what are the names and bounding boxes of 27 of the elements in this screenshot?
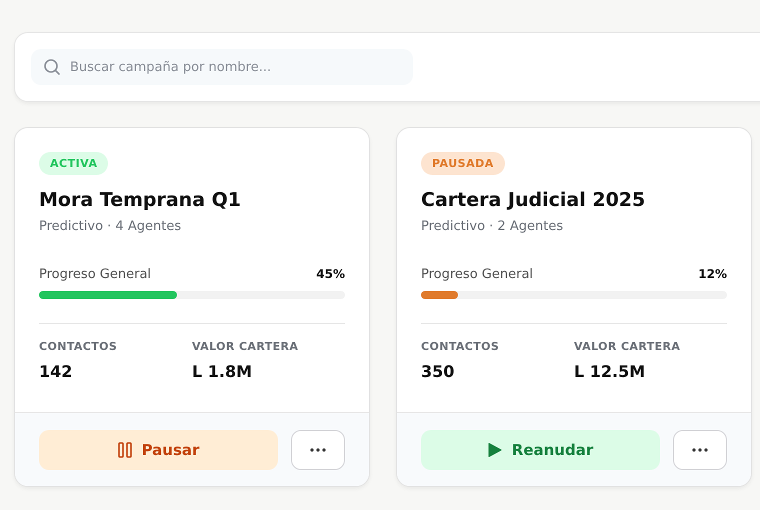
stat-label: CONTACTOS [39, 340, 118, 353]
pause-icon [118, 442, 132, 458]
more-icon [692, 448, 708, 452]
status-badge: ACTIVA [39, 152, 108, 175]
campaign-subtitle: Predictivo · 4 Agentes [39, 219, 182, 234]
stat-value: 350 [421, 362, 456, 381]
more-button[interactable] [673, 430, 727, 470]
search-field[interactable]: Buscar campaña por nombre... [31, 49, 413, 85]
more-icon [310, 448, 326, 452]
stat-value: 142 [39, 362, 74, 381]
progress-label: Progreso General [39, 267, 152, 282]
play-icon [488, 442, 502, 458]
stat-label: CONTACTOS [421, 340, 500, 353]
more-button[interactable] [291, 430, 345, 470]
stat-value: L 12.5M [574, 362, 646, 381]
progress-percent: 45% [316, 267, 345, 282]
stat-value: L 1.8M [192, 362, 254, 381]
stat-label: VALOR CARTERA [574, 340, 682, 353]
status-badge: PAUSADA [421, 152, 505, 175]
action-button[interactable]: Pausar [39, 430, 278, 470]
campaign-title: Cartera Judicial 2025 [421, 189, 646, 211]
progress-percent: 12% [698, 267, 727, 282]
campaign-subtitle: Predictivo · 2 Agentes [421, 219, 564, 234]
campaign-title: Mora Temprana Q1 [39, 189, 242, 211]
progress-label: Progreso General [421, 267, 534, 282]
action-button[interactable]: Reanudar [421, 430, 660, 470]
stat-label: VALOR CARTERA [192, 340, 300, 353]
